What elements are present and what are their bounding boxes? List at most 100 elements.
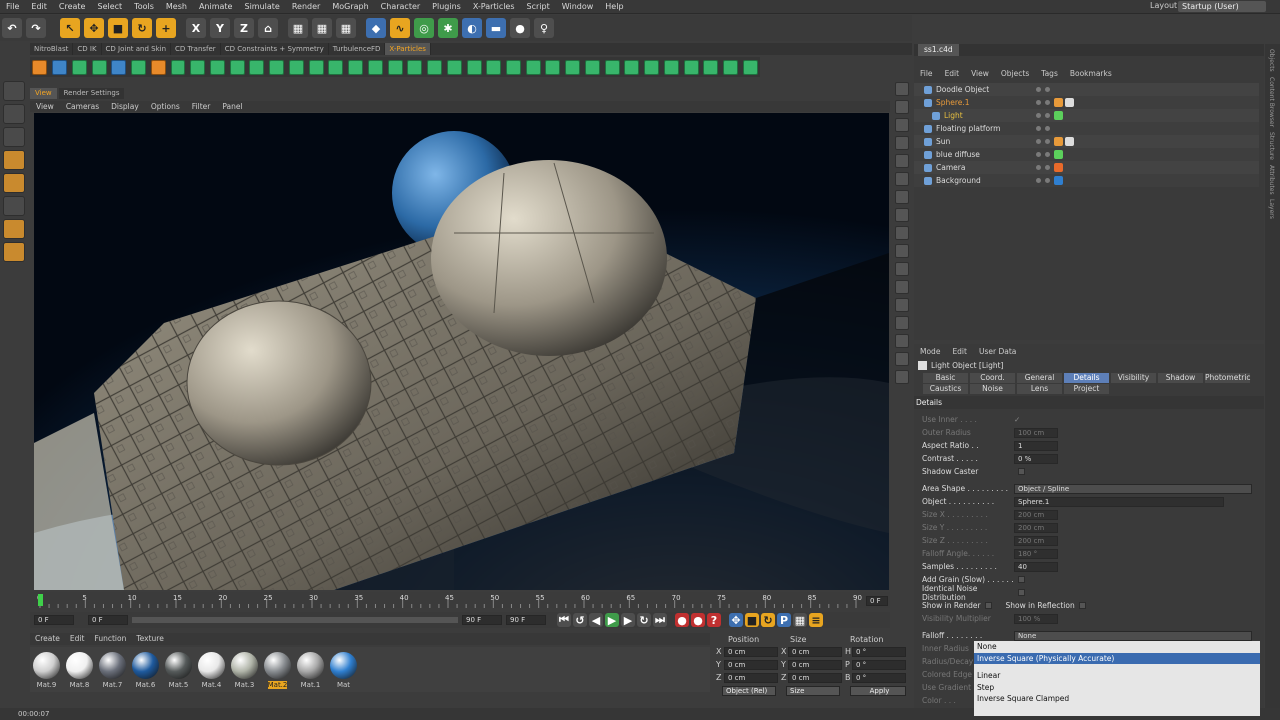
side-rail-tab[interactable]: Attributes	[1268, 165, 1275, 195]
viewport-menu-item[interactable]: Display	[105, 101, 145, 112]
y-axis-button[interactable]: Y	[210, 18, 230, 38]
material-swatch[interactable]: Mat.1	[296, 650, 326, 689]
viewport-menu-item[interactable]: View	[30, 101, 60, 112]
size-field[interactable]: 0 cm	[788, 646, 842, 657]
x-particles-tool-icon[interactable]	[32, 59, 48, 75]
objects-menu-item[interactable]: View	[965, 68, 995, 80]
attr-tab[interactable]: Coord.	[970, 372, 1015, 383]
editor-visibility-dot[interactable]	[1036, 126, 1041, 131]
menu-render[interactable]: Render	[286, 0, 326, 14]
editor-visibility-dot[interactable]	[1036, 87, 1041, 92]
x-particles-tool-icon[interactable]	[427, 59, 443, 75]
render-visibility-dot[interactable]	[1045, 100, 1050, 105]
x-particles-tool-icon[interactable]	[111, 59, 127, 75]
menu-mograph[interactable]: MoGraph	[326, 0, 374, 14]
rotation-field[interactable]: 0 °	[852, 672, 906, 683]
undo-icon[interactable]: ↶	[2, 18, 22, 38]
attribute-field[interactable]: 0 %	[1014, 453, 1058, 464]
render-visibility-dot[interactable]	[1045, 178, 1050, 183]
autokey-icon[interactable]: ●	[691, 613, 705, 627]
z-axis-button[interactable]: Z	[234, 18, 254, 38]
show-in-render-checkbox[interactable]	[984, 602, 992, 609]
attr-tab[interactable]: Shadow	[1158, 372, 1203, 383]
side-rail-tab[interactable]: Structure	[1268, 132, 1275, 160]
objects-menu-item[interactable]: Objects	[995, 68, 1035, 80]
texture-mode-icon[interactable]	[3, 104, 25, 124]
coordinate-system-icon[interactable]: ⌂	[258, 18, 278, 38]
go-to-start-icon[interactable]: ⏮	[557, 613, 571, 627]
render-visibility-dot[interactable]	[1045, 152, 1050, 157]
viewport-menu-item[interactable]: Cameras	[60, 101, 105, 112]
x-particles-tool-icon[interactable]	[71, 59, 87, 75]
bridge-icon[interactable]	[895, 244, 909, 258]
x-particles-tool-icon[interactable]	[91, 59, 107, 75]
key-pla-icon[interactable]: ▦	[793, 613, 807, 627]
key-scale-icon[interactable]: ■	[745, 613, 759, 627]
x-particles-tool-icon[interactable]	[407, 59, 423, 75]
plugin-tab[interactable]: NitroBlast	[30, 43, 74, 55]
object-tag-icon[interactable]	[1065, 137, 1074, 146]
size-field[interactable]: 0 cm	[788, 672, 842, 683]
last-tool-icon[interactable]: +	[156, 18, 176, 38]
cloner-icon[interactable]: ✱	[438, 18, 458, 38]
attr-tab[interactable]: Noise	[970, 383, 1015, 394]
render-settings-icon[interactable]: ▦	[336, 18, 356, 38]
light-icon[interactable]: ♀	[534, 18, 554, 38]
material-swatch[interactable]: Mat.2	[263, 650, 293, 689]
end-frame-field[interactable]: 0 F	[866, 596, 888, 606]
render-view-icon[interactable]: ▦	[288, 18, 308, 38]
size-field[interactable]: 0 cm	[788, 659, 842, 670]
keyframe-selection-icon[interactable]: ?	[707, 613, 721, 627]
material-menu-item[interactable]: Function	[89, 633, 131, 645]
side-rail-tab[interactable]: Objects	[1268, 49, 1275, 72]
attr-tab[interactable]: Visibility	[1111, 372, 1156, 383]
menu-file[interactable]: File	[0, 0, 25, 14]
objects-menu-item[interactable]: Tags	[1035, 68, 1064, 80]
object-row[interactable]: Sphere.1	[914, 96, 1259, 109]
falloff-option[interactable]: Step	[974, 682, 1260, 694]
x-particles-tool-icon[interactable]	[545, 59, 561, 75]
coordinate-mode-select[interactable]: Object (Rel)	[722, 686, 776, 696]
bevel-icon[interactable]	[895, 226, 909, 240]
rotate-icon[interactable]: ↻	[132, 18, 152, 38]
material-swatch[interactable]: Mat.8	[65, 650, 95, 689]
object-row[interactable]: blue diffuse	[914, 148, 1259, 161]
object-tag-icon[interactable]	[1054, 98, 1063, 107]
attribute-checkbox[interactable]	[1018, 576, 1025, 583]
viewport-menu-item[interactable]: Panel	[216, 101, 248, 112]
range-start-field[interactable]: 0 F	[88, 615, 128, 625]
material-menu-item[interactable]: Edit	[65, 633, 90, 645]
position-field[interactable]: 0 cm	[724, 672, 778, 683]
object-row[interactable]: Doodle Object	[914, 83, 1259, 96]
x-particles-tool-icon[interactable]	[466, 59, 482, 75]
edges-mode-icon[interactable]	[3, 173, 25, 193]
x-particles-tool-icon[interactable]	[584, 59, 600, 75]
x-particles-tool-icon[interactable]	[525, 59, 541, 75]
floor-icon[interactable]: ▬	[486, 18, 506, 38]
mirror-icon[interactable]	[895, 280, 909, 294]
x-particles-tool-icon[interactable]	[269, 59, 285, 75]
editor-visibility-dot[interactable]	[1036, 113, 1041, 118]
menu-character[interactable]: Character	[375, 0, 427, 14]
x-particles-tool-icon[interactable]	[644, 59, 660, 75]
attribute-checkbox[interactable]	[1018, 468, 1025, 475]
object-tag-icon[interactable]	[1054, 111, 1063, 120]
object-row[interactable]: Sun	[914, 135, 1259, 148]
object-link-field[interactable]: Sphere.1	[1014, 496, 1224, 507]
play-icon[interactable]: ▶	[605, 613, 619, 627]
workplane-icon[interactable]	[3, 127, 25, 147]
attr-tab[interactable]: Photometric	[1205, 372, 1251, 383]
object-row[interactable]: Floating platform	[914, 122, 1259, 135]
material-swatch[interactable]: Mat.5	[164, 650, 194, 689]
x-particles-tool-icon[interactable]	[387, 59, 403, 75]
x-particles-tool-icon[interactable]	[210, 59, 225, 75]
menu-animate[interactable]: Animate	[193, 0, 239, 14]
file-tab[interactable]: ss1.c4d	[918, 44, 959, 56]
menu-script[interactable]: Script	[521, 0, 556, 14]
position-field[interactable]: 0 cm	[724, 646, 778, 657]
material-swatch[interactable]: Mat.7	[98, 650, 128, 689]
attr-tab[interactable]: Lens	[1017, 383, 1062, 394]
attribute-checkbox[interactable]	[1018, 589, 1025, 596]
material-swatch[interactable]: Mat.6	[131, 650, 161, 689]
viewport[interactable]	[34, 113, 889, 590]
